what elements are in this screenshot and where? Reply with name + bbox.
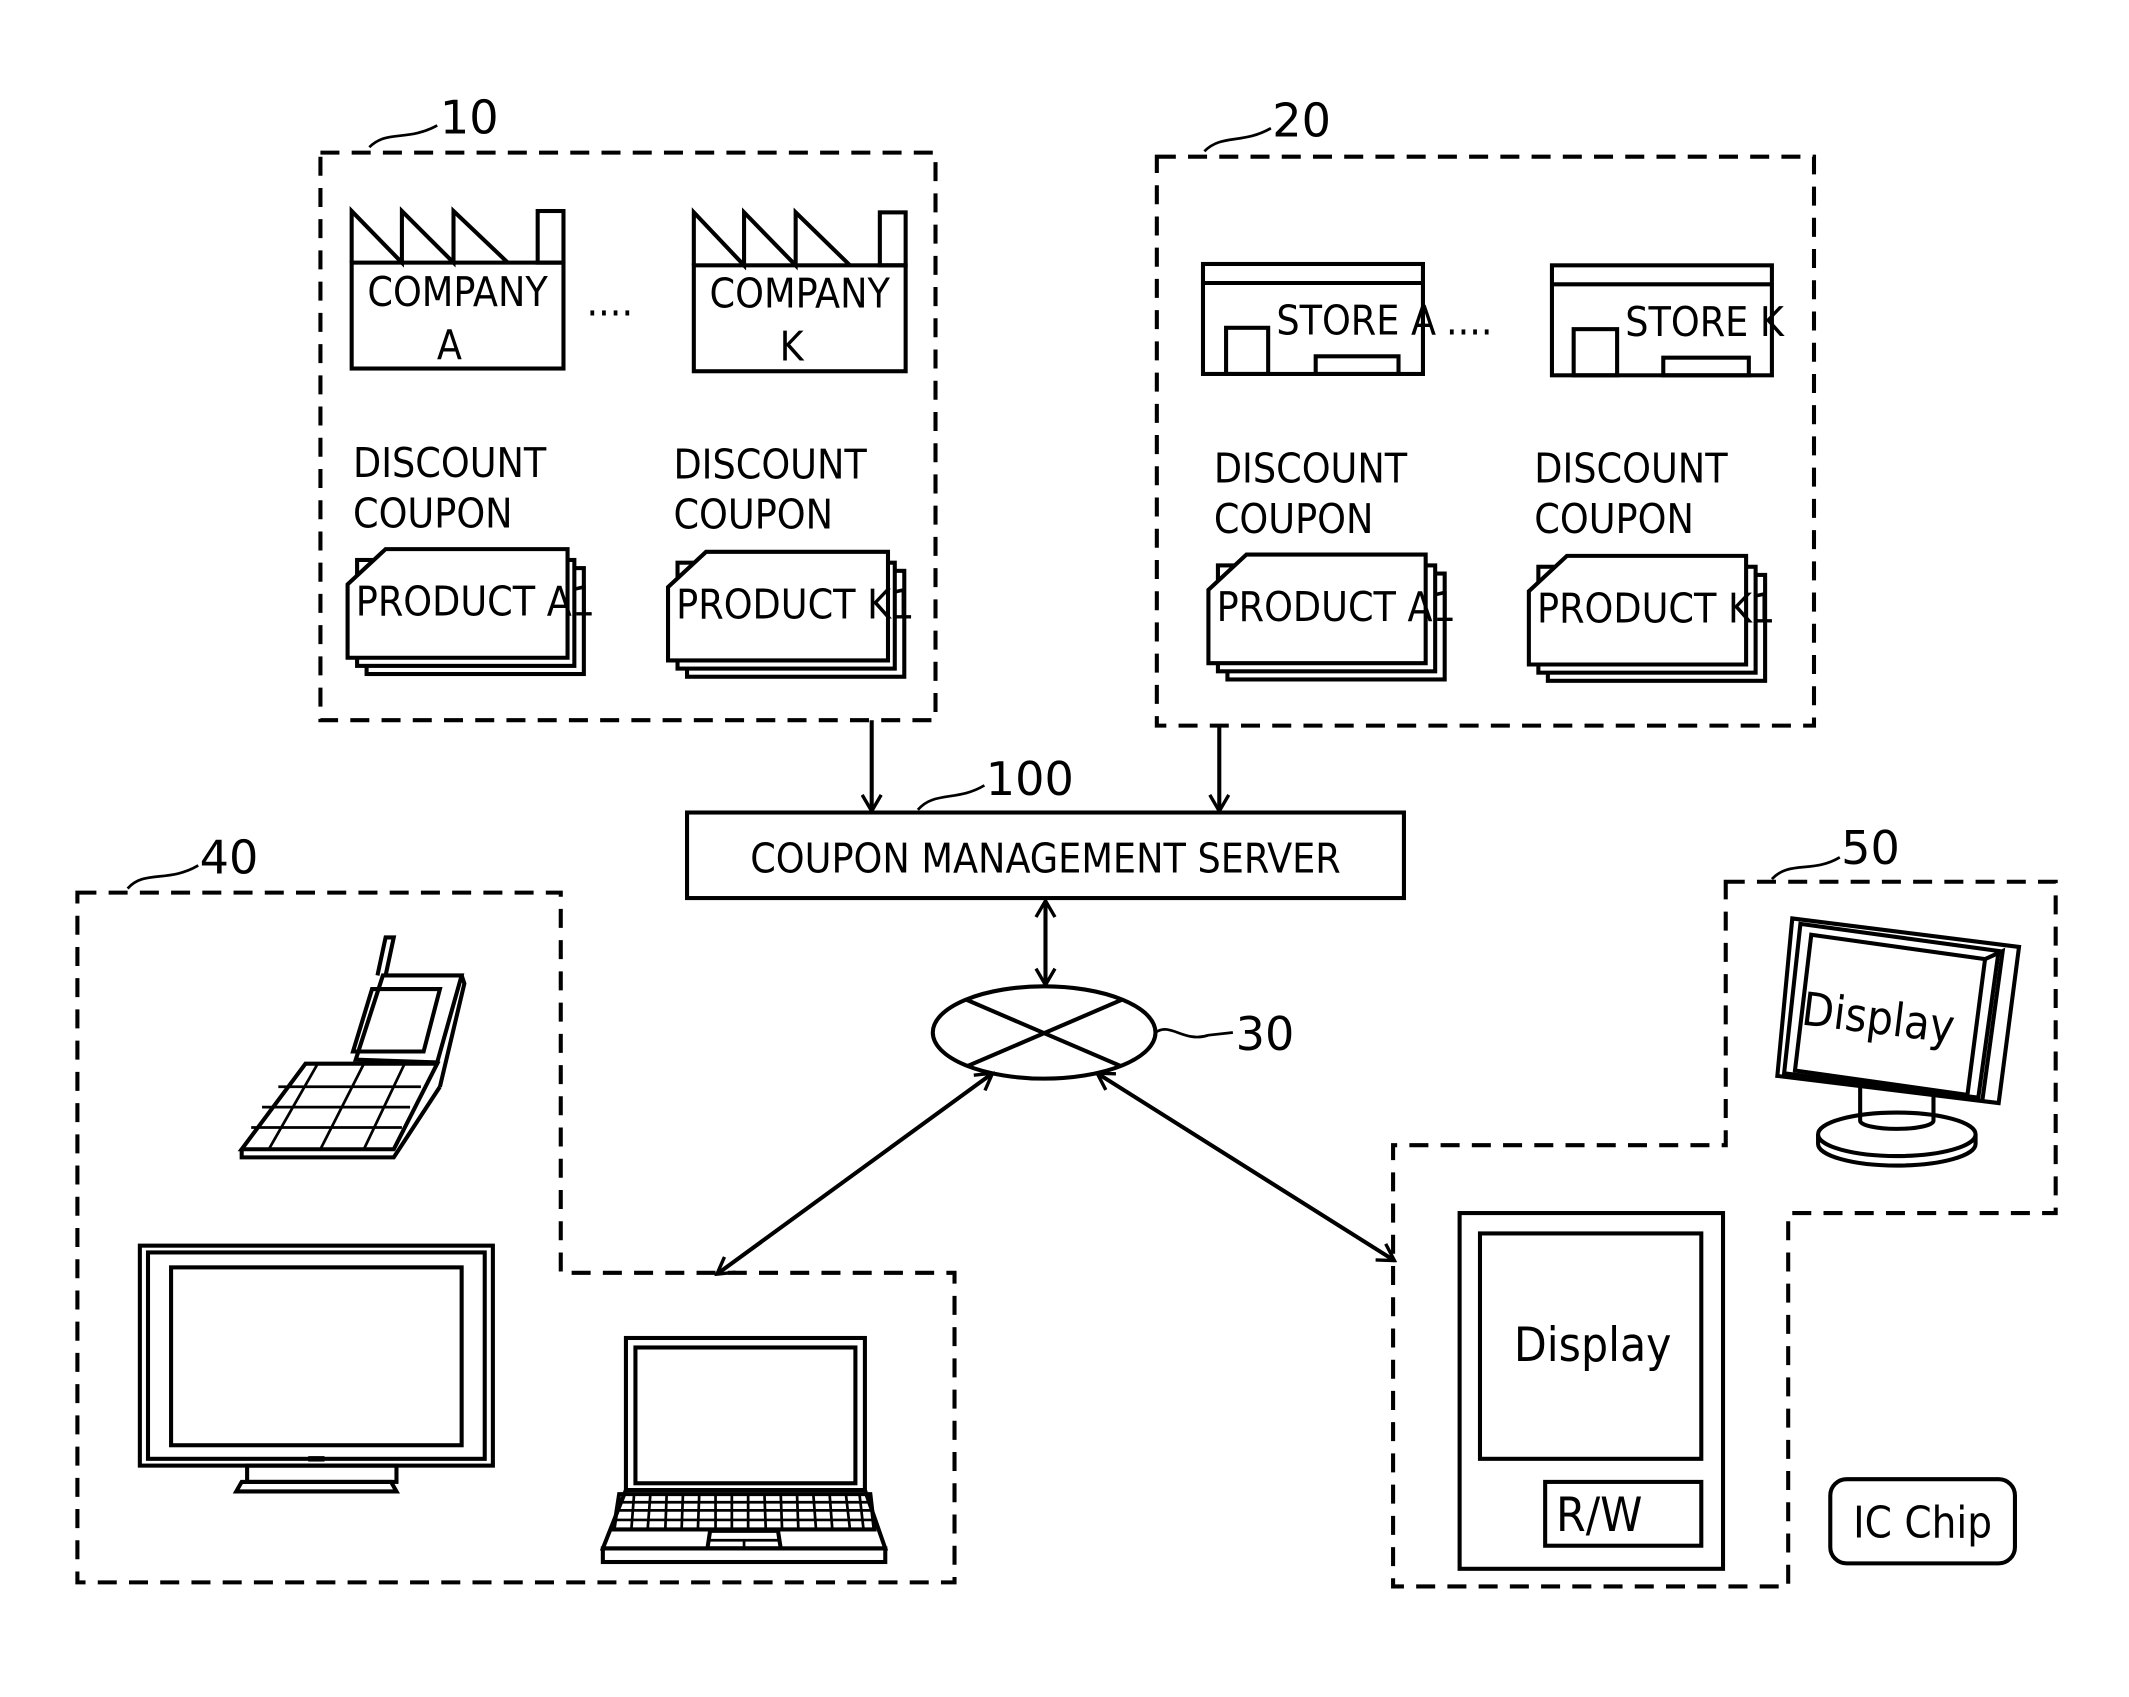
ref-label-20: 20 bbox=[1272, 93, 1331, 147]
laptop-icon bbox=[599, 1335, 889, 1565]
arrow-network-user-terminals bbox=[717, 1073, 993, 1274]
arrow-network-store-terminals bbox=[1097, 1073, 1394, 1260]
company-k-label-line1: COMPANY bbox=[710, 269, 891, 317]
coupon-a-product: PRODUCT A1 bbox=[356, 578, 595, 626]
coupon-k-product: PRODUCT K1 bbox=[676, 580, 914, 628]
store-coupon-k-title-line1: DISCOUNT bbox=[1534, 445, 1728, 493]
coupon-management-server: 100 COUPON MANAGEMENT SERVER bbox=[685, 752, 1406, 901]
leader-line-100 bbox=[916, 784, 986, 811]
stores-group: 20 STORE A .... STORE K DISCOUNT COUPON … bbox=[1154, 93, 1817, 728]
leader-line-40 bbox=[126, 864, 199, 890]
monitor-icon: Display bbox=[1775, 916, 2022, 1168]
company-ellipsis: .... bbox=[587, 278, 634, 326]
leader-line-20 bbox=[1203, 127, 1272, 153]
ic-chip: IC Chip bbox=[1828, 1477, 2017, 1566]
ref-label-40: 40 bbox=[200, 831, 259, 885]
leader-line-50 bbox=[1770, 856, 1841, 881]
store-coupon-k-product: PRODUCT K1 bbox=[1537, 584, 1775, 632]
store-terminals-group: 50 Display Display R/W bbox=[1391, 821, 2058, 1589]
store-a-label: STORE A bbox=[1276, 297, 1436, 345]
ref-label-10: 10 bbox=[440, 91, 499, 145]
ref-label-100: 100 bbox=[986, 752, 1074, 806]
store-k-label: STORE K bbox=[1625, 298, 1785, 346]
manufacturers-group: 10 COMPANY A .... COMPANY K DISCOUNT COU… bbox=[318, 91, 938, 723]
coupon-a-title-line1: DISCOUNT bbox=[353, 439, 547, 487]
store-coupon-a-title-line2: COUPON bbox=[1214, 495, 1374, 543]
server-label: COUPON MANAGEMENT SERVER bbox=[750, 834, 1341, 882]
television-icon bbox=[137, 1243, 495, 1494]
company-k-label-line2: K bbox=[780, 322, 805, 370]
network-icon bbox=[930, 984, 1158, 1081]
coupon-a-title-line2: COUPON bbox=[353, 489, 513, 537]
ref-label-30: 30 bbox=[1236, 1007, 1295, 1061]
store-coupon-a-title-line1: DISCOUNT bbox=[1214, 445, 1408, 493]
leader-line-10 bbox=[368, 124, 438, 149]
coupon-k-title-line1: DISCOUNT bbox=[673, 441, 867, 489]
store-coupon-k-title-line2: COUPON bbox=[1534, 495, 1694, 543]
reader-writer-label: R/W bbox=[1556, 1488, 1642, 1543]
terminal-display-label: Display bbox=[1514, 1318, 1672, 1373]
coupon-system-diagram: 10 COMPANY A .... COMPANY K DISCOUNT COU… bbox=[75, 91, 2058, 1589]
mobile-phone-icon bbox=[237, 935, 467, 1160]
payment-terminal-icon: Display R/W bbox=[1457, 1211, 1726, 1571]
store-ellipsis: .... bbox=[1446, 297, 1493, 345]
ic-chip-label: IC Chip bbox=[1853, 1499, 1992, 1549]
user-terminals-group: 40 bbox=[75, 831, 957, 1585]
leader-line-30 bbox=[1154, 1028, 1234, 1039]
coupon-k-title-line2: COUPON bbox=[673, 491, 833, 539]
company-a-label-line1: COMPANY bbox=[367, 268, 548, 316]
user-terminals-boundary bbox=[75, 890, 957, 1585]
store-coupon-a-product: PRODUCT A1 bbox=[1217, 583, 1456, 631]
company-a-label-line2: A bbox=[437, 321, 462, 369]
ref-label-50: 50 bbox=[1841, 821, 1900, 875]
